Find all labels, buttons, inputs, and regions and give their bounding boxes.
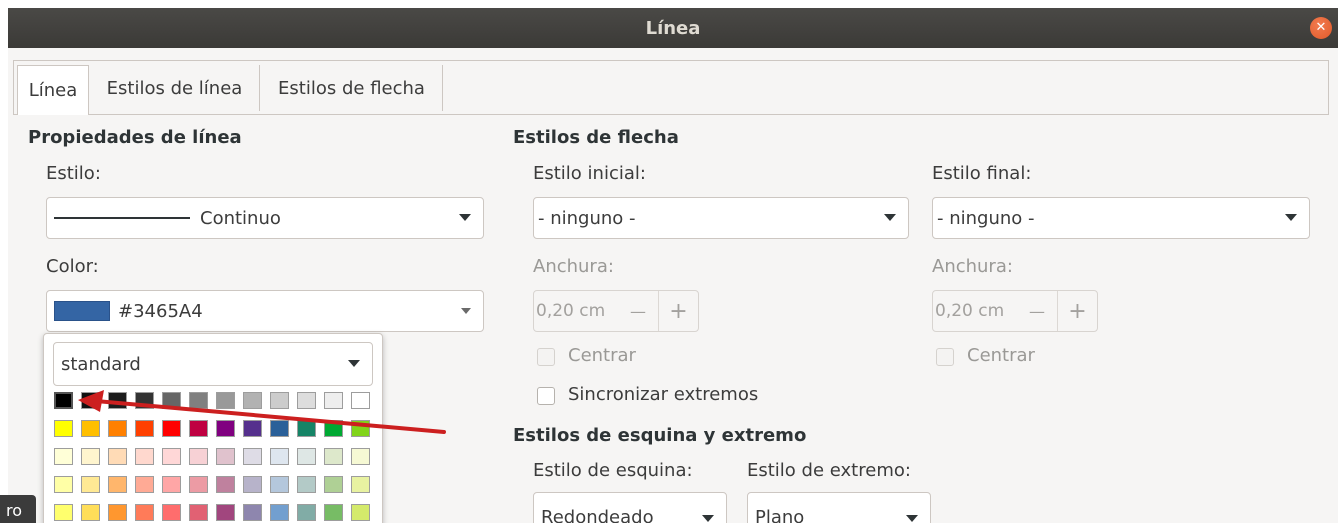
annotation-arrow <box>78 390 446 434</box>
annotation-arrow-head <box>78 390 104 412</box>
annotation-arrow-line <box>94 399 446 434</box>
